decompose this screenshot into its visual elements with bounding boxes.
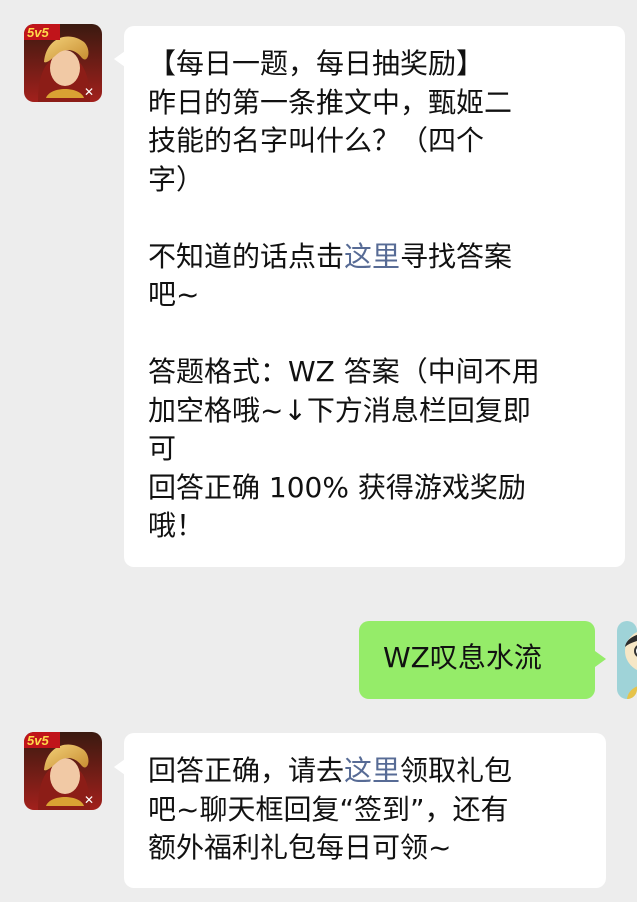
cartoon-character-avatar-icon — [617, 621, 637, 699]
user-avatar[interactable] — [617, 621, 637, 699]
game-hero-avatar-icon: 5v5 ✕ — [24, 24, 102, 102]
message-line: 加空格哦~↓下方消息栏回复即 — [148, 393, 531, 427]
here-link[interactable]: 这里 — [344, 754, 400, 787]
sender-avatar[interactable]: 5v5 ✕ — [24, 24, 102, 102]
sender-avatar[interactable]: 5v5 ✕ — [24, 732, 102, 810]
message-bubble-answer[interactable]: WZ叹息水流 — [359, 621, 595, 699]
message-line: 回答正确 100% 获得游戏奖励 — [148, 470, 526, 504]
link-suffix-text: 寻找答案 — [400, 239, 513, 273]
message-line: 昨日的第一条推文中，甄姬二 — [148, 85, 513, 119]
message-text: WZ叹息水流 — [383, 641, 542, 674]
message-bubble-question[interactable]: 【每日一题，每日抽奖励】 昨日的第一条推文中，甄姬二 技能的名字叫什么？（四个 … — [124, 26, 625, 567]
message-line: 答题格式：WZ 答案（中间不用 — [148, 355, 540, 388]
message-line: 哦！ — [148, 509, 205, 542]
message-line: 不知道的话点击这里寻找答案 — [148, 238, 605, 277]
message-line: 字） — [148, 162, 205, 196]
game-hero-avatar-icon: 5v5 ✕ — [24, 732, 102, 810]
here-link[interactable]: 这里 — [344, 240, 400, 273]
message-line: 可 — [148, 432, 177, 465]
message-line: 回答正确，请去这里领取礼包 — [148, 752, 586, 791]
svg-text:✕: ✕ — [84, 85, 94, 99]
message-bubble-result[interactable]: 回答正确，请去这里领取礼包 吧~聊天框回复“签到”，还有 额外福利礼包每日可领~ — [124, 733, 606, 888]
message-line: 吧~ — [148, 278, 200, 311]
svg-text:✕: ✕ — [84, 793, 94, 807]
message-line: 技能的名字叫什么？（四个 — [148, 124, 485, 157]
message-line: 额外福利礼包每日可领~ — [148, 831, 452, 864]
message-line: 【每日一题，每日抽奖励】 — [148, 47, 485, 80]
link-prefix-text: 回答正确，请去 — [148, 754, 345, 787]
link-suffix-text: 领取礼包 — [400, 754, 513, 787]
bubble-tail — [595, 651, 606, 667]
message-line: 吧~聊天框回复“签到”，还有 — [148, 792, 509, 826]
avatar-badge: 5v5 — [27, 25, 49, 40]
avatar-badge: 5v5 — [27, 733, 49, 748]
link-prefix-text: 不知道的话点击 — [148, 239, 345, 273]
